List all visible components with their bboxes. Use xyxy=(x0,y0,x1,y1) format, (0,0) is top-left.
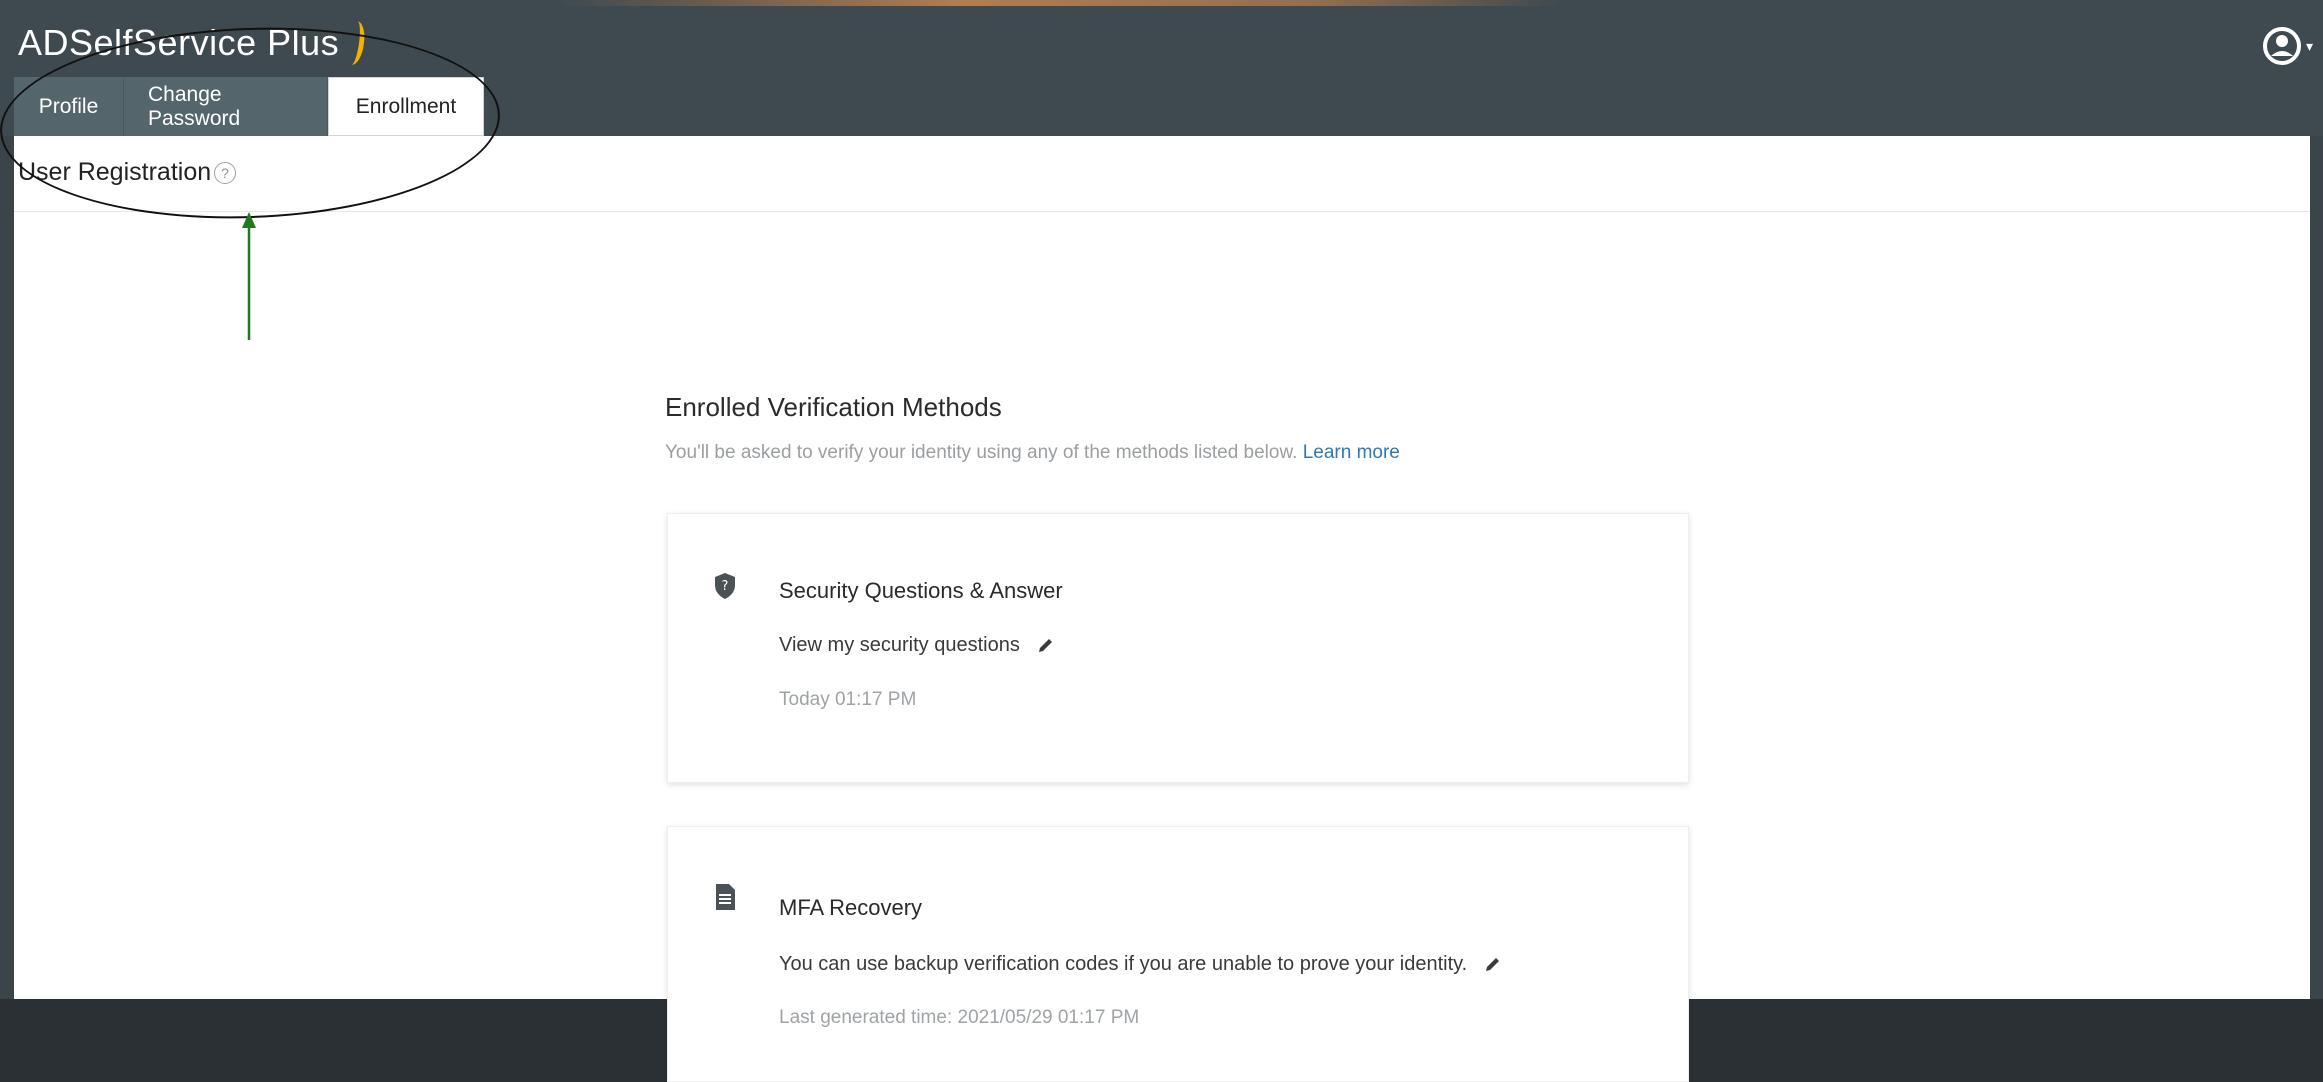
method-timestamp: Last generated time: 2021/05/29 01:17 PM xyxy=(779,1007,1140,1028)
learn-more-link[interactable]: Learn more xyxy=(1303,442,1400,463)
section-description: You'll be asked to verify your identity … xyxy=(665,442,1400,464)
method-card-security-questions: ? Security Questions & Answer View my se… xyxy=(667,513,1689,783)
app-window: ADSelfService Plus ▾ Profile Change Pass… xyxy=(0,0,2323,1082)
method-title: Security Questions & Answer xyxy=(779,578,1063,603)
backup-codes-icon xyxy=(716,884,735,910)
view-security-questions-link[interactable]: View my security questions xyxy=(779,634,1054,657)
method-title: MFA Recovery xyxy=(779,895,923,920)
method-timestamp: Today 01:17 PM xyxy=(779,689,917,710)
pencil-icon[interactable] xyxy=(1483,956,1501,974)
main-content: User Registration ? Enrolled Verificatio… xyxy=(14,136,2310,1082)
shield-question-icon: ? xyxy=(715,573,735,599)
svg-text:?: ? xyxy=(722,579,729,594)
method-card-mfa-recovery: MFA Recovery You can use backup verifica… xyxy=(667,826,1689,1082)
user-menu[interactable]: ▾ xyxy=(2262,26,2313,66)
header-glow xyxy=(560,0,1560,6)
section-title: Enrolled Verification Methods xyxy=(665,392,1002,422)
chevron-down-icon: ▾ xyxy=(2305,37,2313,54)
method-action-text: You can use backup verification codes if… xyxy=(779,953,1468,975)
method-action-text: View my security questions xyxy=(779,634,1020,656)
pencil-icon[interactable] xyxy=(1036,637,1054,655)
mfa-recovery-edit[interactable]: You can use backup verification codes if… xyxy=(779,953,1501,976)
annotation-arrow-icon xyxy=(242,212,256,340)
user-circle-icon xyxy=(2262,27,2301,65)
section-description-text: You'll be asked to verify your identity … xyxy=(665,442,1298,463)
